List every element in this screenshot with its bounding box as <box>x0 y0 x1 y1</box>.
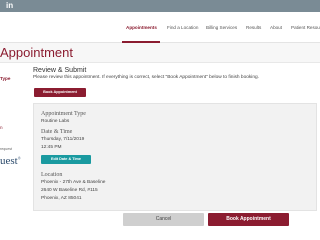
sidebar-item-type[interactable]: Type <box>0 76 10 81</box>
page-title-band: Appointment <box>0 43 320 63</box>
page-title: Appointment <box>0 45 73 60</box>
location-address: 2640 W Baseline Rd, #115 <box>41 188 98 193</box>
sidebar-item-current[interactable]: n <box>0 125 3 130</box>
location-label: Location <box>41 172 63 178</box>
step-sidebar: Type n request uest® <box>0 63 24 240</box>
linkedin-icon[interactable]: in <box>6 1 13 10</box>
book-appointment-button[interactable]: Book Appointment <box>208 213 289 226</box>
tab-billing-services[interactable]: Billing Services <box>206 25 237 30</box>
date-time-label: Date & Time <box>41 129 73 135</box>
tab-results[interactable]: Results <box>246 25 261 30</box>
edit-date-time-button[interactable]: Edit Date & Time <box>41 155 91 164</box>
location-city: Phoenix, AZ 85041 <box>41 196 82 201</box>
book-appointment-button-top[interactable]: Book Appointment <box>34 88 86 97</box>
tab-appointments[interactable]: Appointments <box>126 25 157 30</box>
top-utility-bar: in <box>0 0 320 12</box>
sidebar-note: request <box>0 147 12 151</box>
tab-about[interactable]: About <box>270 25 282 30</box>
appointment-type-label: Appointment Type <box>41 111 86 117</box>
time-value: 12:45 PM <box>41 145 62 150</box>
main-nav: Appointments Find a Location Billing Ser… <box>0 12 320 43</box>
appointment-summary-card: Appointment Type Routine Labs Date & Tim… <box>33 103 317 211</box>
cancel-button[interactable]: Cancel <box>123 213 204 226</box>
review-heading: Review & Submit <box>33 67 87 74</box>
tab-patient-resources[interactable]: Patient Resou <box>291 25 320 30</box>
tab-find-a-location[interactable]: Find a Location <box>167 25 198 30</box>
date-value: Thursday, 7/11/2019 <box>41 137 85 142</box>
location-name: Phoenix - 27th Ave & Baseline <box>41 180 106 185</box>
quest-logo: uest® <box>0 155 21 167</box>
review-instructions: Please review this appointment. If every… <box>33 75 260 80</box>
appointment-type-value: Routine Labs <box>41 119 70 124</box>
